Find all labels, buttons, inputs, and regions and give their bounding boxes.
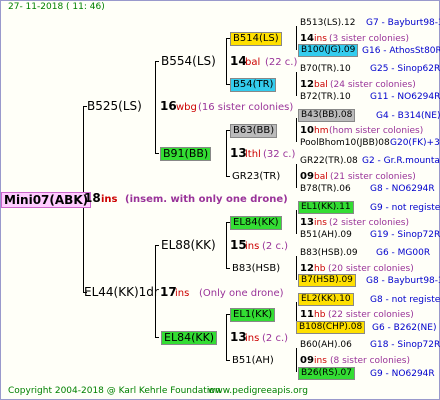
g1-gen-b525: 16 [160,99,177,113]
g4-ref-4: G4 - B314(NE) [376,111,440,121]
g3-7-vertical-line [296,348,297,372]
g3-4-vertical-line [296,210,297,234]
g4-name-0[interactable]: B513(LS).12 [300,17,355,30]
g4-name-1[interactable]: B100(JG).09 [298,44,359,57]
g3-1-vertical-line [296,72,297,96]
g4-name-13[interactable]: B108(CHP).08 [296,321,366,334]
g2-mark-el84: ins [245,333,260,344]
g3-name-b83[interactable]: B83(HSB) [232,262,280,275]
b554-vertical-line [226,38,227,85]
g4-ref-0: G7 - Bayburt98-3 [366,18,440,28]
g4-name-10[interactable]: B83(HSB).09 [300,247,358,260]
g2-mark-b91: lthl [245,149,261,160]
site-link[interactable]: www.pedigreeapis.org [208,385,308,398]
g1-mark-b525: wbg [176,102,197,113]
g4-name-14[interactable]: B60(AH).06 [300,339,352,352]
g3-gen-b54: 12 [300,79,314,90]
g2-mark-b554: bal [245,57,261,68]
el84-branch-bottom [226,360,230,361]
g3-2-vertical-line [296,118,297,142]
el84-vertical-line [226,314,227,361]
b91-vertical-line [226,130,227,177]
g2-mark-el88: ins [245,241,260,252]
g3-name-b51[interactable]: B51(AH) [232,354,274,367]
copyright-text: Copyright 2004-2018 @ Karl Kehrle Founda… [8,386,221,396]
g1-mark-el44: ins [175,288,190,299]
el44-branch-bottom [155,337,159,338]
g4-name-9[interactable]: B51(AH).09 [300,229,352,242]
g3-gen-el84: 13 [300,217,314,228]
g1-note-el44: (Only one drone) [199,288,284,299]
g2-note-el84: (2 c.) [262,333,289,344]
root-gen: 18 [84,191,101,205]
date-stamp: 27- 11-2018 ( 11: 46) [8,2,105,12]
g2-name-b91[interactable]: B91(BB) [160,147,212,161]
g3-gen-el1: 11 [300,309,314,320]
root-mark: ins [101,194,118,205]
g4-ref-1: G16 - AthosSt80R [362,46,440,56]
g4-ref-13: G6 - B262(NE) [372,323,437,333]
g4-ref-3: G11 - NO6294R [370,92,440,102]
g2-note-b554: (22 c.) [265,57,298,68]
g3-name-el84[interactable]: EL84(KK) [230,216,282,230]
root-note: (insem. with only one drone) [125,194,288,205]
g1-note-b525: (16 sister colonies) [198,102,294,113]
pedigree-chart: 27- 11-2018 ( 11: 46) Mini07(ABK) 18 ins… [0,0,440,400]
g3-5-vertical-line [296,256,297,280]
g2-name-b554[interactable]: B554(LS) [161,55,216,68]
g4-name-12[interactable]: EL2(KK).10 [298,293,354,306]
b91-branch-bottom [226,176,230,177]
g3-gen-b63: 10 [300,125,314,136]
g2-note-b91: (32 c.) [263,149,296,160]
el88-vertical-line [226,222,227,269]
g4-name-7[interactable]: B78(TR).06 [300,183,351,196]
g3-gen-gr23: 09 [300,171,314,182]
b525-branch-bottom [155,153,159,154]
g4-name-4[interactable]: B43(BB).08 [298,109,356,122]
g1-name-el44[interactable]: EL44(KK)1dr [84,286,159,299]
g4-ref-14: G18 - Sinop72R [370,340,440,350]
el44-branch-top [155,245,159,246]
g4-name-11[interactable]: B7(HSB).09 [298,274,356,287]
g3-name-b54[interactable]: B54(TR) [230,78,277,92]
g4-name-15[interactable]: B26(RS).07 [298,367,355,380]
g4-name-5[interactable]: PoolBhom10(JBB)08 [300,137,390,150]
g2-name-el84[interactable]: EL84(KK) [161,331,218,345]
g4-ref-7: G8 - NO6294R [370,184,435,194]
b525-branch-top [155,61,159,62]
g3-name-b63[interactable]: B63(BB) [230,124,278,138]
g4-ref-12: G8 - not registe [370,295,440,305]
g3-0-vertical-line [296,26,297,50]
g4-ref-10: G6 - MG00R [376,248,431,258]
g2-name-el88[interactable]: EL88(KK) [161,239,216,252]
root-name: Mini07(ABK) [4,193,89,207]
g3-name-gr23[interactable]: GR23(TR) [232,170,280,183]
g4-name-3[interactable]: B72(TR).10 [300,91,351,104]
g4-ref-6: G2 - Gr.R.mounta [362,156,440,166]
g4-name-8[interactable]: EL1(KK).11 [298,201,354,214]
g4-ref-9: G19 - Sinop72R [370,230,440,240]
g3-name-el1[interactable]: EL1(KK) [230,308,276,322]
g3-gen-b51: 09 [300,355,314,366]
g4-name-6[interactable]: GR22(TR).08 [300,155,358,168]
g4-ref-2: G25 - Sinop62R [370,64,440,74]
g4-ref-8: G9 - not registe [370,203,440,213]
b525-vertical-line [155,61,156,154]
g4-ref-15: G9 - NO6294R [370,369,435,379]
el88-branch-bottom [226,268,230,269]
g4-ref-11: G8 - Bayburt98-3 [366,276,440,286]
g4-ref-5: G20(FK)+3 [390,138,440,148]
root-queen[interactable]: Mini07(ABK) [1,192,92,208]
g1-name-b525[interactable]: B525(LS) [87,100,142,113]
g2-note-el88: (2 c.) [262,241,289,252]
g3-name-b514[interactable]: B514(LS) [230,32,282,46]
g3-3-vertical-line [296,164,297,188]
g4-name-2[interactable]: B70(TR).10 [300,63,351,76]
